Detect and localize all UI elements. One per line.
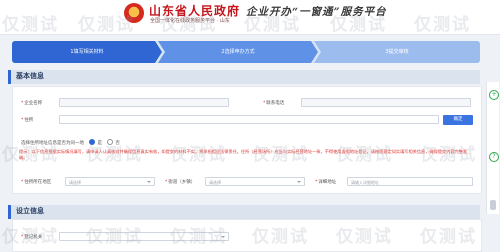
street-select[interactable]: 请选择 [205,177,305,186]
detail-address-label: *详细地址 [315,180,337,185]
detail-address-input[interactable]: 请输入详细地址 [347,177,473,186]
step-3: 3提交审核 [314,41,480,63]
contact-phone-input[interactable] [301,98,471,107]
watermark: 仅测试 [252,145,309,165]
address-input[interactable] [59,115,439,124]
watermark: 仅测试 [78,15,135,35]
watermark: 仅测试 [86,145,143,165]
section-title: 基本信息 [16,72,44,80]
watermark: 仅测试 [330,15,387,35]
watermark: 仅测试 [336,227,393,247]
scrollbar[interactable] [490,200,496,210]
establish-info-form: *登记机关 [12,219,482,252]
watermark: 仅测试 [160,15,217,35]
progress-steps: 1填写相关材料 2选择申办方式 3提交审核 [12,41,480,63]
street-label: *街道（乡镇） [165,180,196,185]
section-marker [8,205,11,219]
watermark: 仅测试 [244,15,301,35]
address-label: *住所 [21,118,34,123]
section-title: 设立信息 [16,207,44,215]
contact-phone-label: *联系电话 [263,101,285,106]
watermark: 仅测试 [2,227,59,247]
watermark: 仅测试 [420,145,477,165]
section-establish-info: 设立信息 [8,205,480,219]
enterprise-name-input[interactable] [59,98,229,107]
watermark: 仅测试 [86,227,143,247]
region-label: *住所所在地区 [21,180,52,185]
watermark: 仅测试 [2,145,59,165]
section-marker [8,70,11,84]
watermark: 仅测试 [252,227,309,247]
watermark: 仅测试 [336,145,393,165]
basic-info-form: *企业名称 *联系电话 *住所 确定 选择住所地址信息是否为同一地 是 否 提示… [12,86,482,194]
region-select[interactable]: 请选择 [65,177,155,186]
watermark: 仅测试 [2,15,59,35]
enterprise-name-label: *企业名称 [21,101,43,106]
section-basic-info: 基本信息 [8,70,480,84]
step-2: 2选择申办方式 [158,41,318,63]
watermark: 仅测试 [420,227,477,247]
watermark: 仅测试 [414,15,471,35]
watermark: 仅测试 [170,145,227,165]
add-icon[interactable]: + [489,90,499,100]
step-1: 1填写相关材料 [12,41,162,63]
watermark: 仅测试 [170,227,227,247]
confirm-button[interactable]: 确定 [443,115,473,125]
side-toolbar: + ? [486,82,499,214]
help-icon[interactable]: ? [489,152,499,162]
